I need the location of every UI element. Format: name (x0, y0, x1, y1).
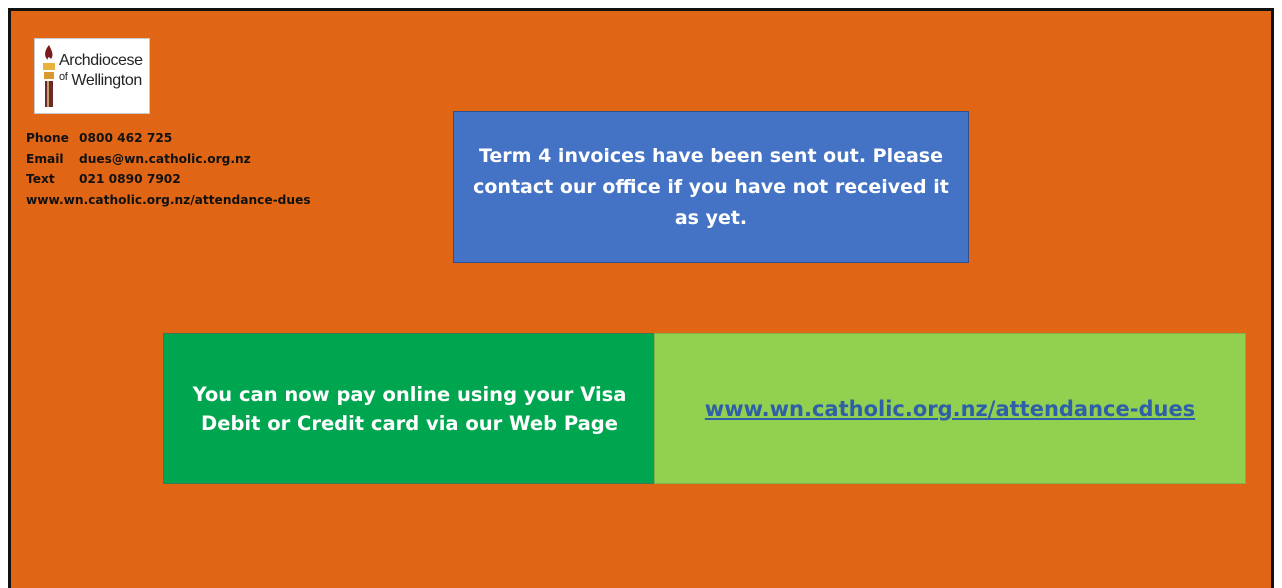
contact-info: Phone 0800 462 725 Email dues@wn.catholic.… (26, 128, 311, 210)
contact-email: Email dues@wn.catholic.org.nz (26, 149, 311, 170)
logo-title: Archdiocese (59, 52, 143, 69)
contact-email-value: dues@wn.catholic.org.nz (79, 151, 251, 166)
invoice-notice-text: Term 4 invoices have been sent out. Plea… (473, 144, 949, 229)
contact-phone-label: Phone (26, 131, 69, 145)
archdiocese-logo: Archdiocese of Wellington (35, 39, 149, 113)
logo-subtitle: of Wellington (59, 71, 142, 90)
contact-phone-value: 0800 462 725 (79, 131, 173, 145)
contact-website: www.wn.catholic.org.nz/attendance-dues (26, 190, 311, 211)
invoice-notice-box: Term 4 invoices have been sent out. Plea… (453, 111, 969, 263)
contact-phone: Phone 0800 462 725 (26, 128, 311, 149)
contact-website-value: www.wn.catholic.org.nz/attendance-dues (26, 192, 311, 207)
online-payment-box: You can now pay online using your Visa D… (163, 333, 656, 484)
torch-icon (43, 45, 55, 107)
attendance-dues-link[interactable]: www.wn.catholic.org.nz/attendance-dues (705, 397, 1195, 421)
contact-text-label: Text (26, 172, 55, 186)
online-payment-text: You can now pay online using your Visa D… (192, 382, 627, 435)
contact-email-label: Email (26, 151, 64, 166)
logo-wellington: Wellington (71, 72, 142, 89)
logo-of: of (59, 71, 68, 83)
contact-text: Text 021 0890 7902 (26, 169, 311, 190)
payment-link-box: www.wn.catholic.org.nz/attendance-dues (654, 333, 1246, 484)
contact-text-value: 021 0890 7902 (79, 172, 181, 186)
slide: Archdiocese of Wellington Phone 0800 462 … (8, 8, 1274, 588)
